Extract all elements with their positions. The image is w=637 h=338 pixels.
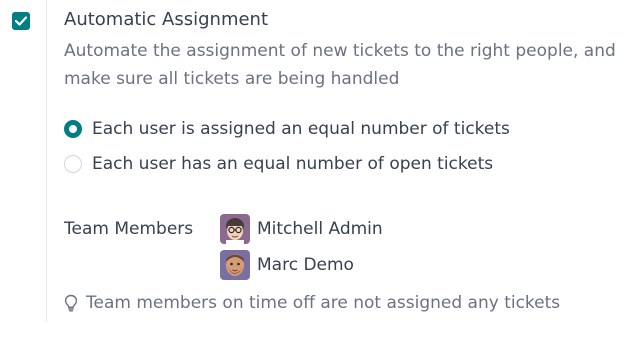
radio-button-unchecked[interactable] bbox=[64, 155, 82, 173]
team-members-label: Team Members bbox=[64, 219, 194, 239]
lightbulb-icon bbox=[64, 294, 78, 312]
radio-option-label: Each user is assigned an equal number of… bbox=[92, 119, 510, 139]
radio-option-equal-open-tickets[interactable]: Each user has an equal number of open ti… bbox=[64, 154, 493, 174]
team-member-tag[interactable]: Marc Demo bbox=[220, 250, 354, 280]
vertical-divider bbox=[46, 0, 47, 322]
radio-option-equal-tickets[interactable]: Each user is assigned an equal number of… bbox=[64, 119, 510, 139]
time-off-hint: Team members on time off are not assigne… bbox=[64, 293, 560, 313]
automatic-assignment-checkbox[interactable] bbox=[12, 12, 30, 30]
radio-option-label: Each user has an equal number of open ti… bbox=[92, 154, 494, 174]
marc-avatar-icon bbox=[220, 250, 250, 280]
team-member-name: Mitchell Admin bbox=[257, 219, 383, 239]
setting-description: Automate the assignment of new tickets t… bbox=[64, 41, 616, 89]
setting-title: Automatic Assignment bbox=[64, 9, 269, 30]
check-icon bbox=[15, 16, 27, 26]
mitchell-avatar-icon bbox=[220, 214, 250, 244]
team-member-name: Marc Demo bbox=[257, 255, 354, 275]
hint-text: Team members on time off are not assigne… bbox=[86, 293, 561, 313]
radio-button-checked[interactable] bbox=[64, 120, 82, 138]
team-member-tag[interactable]: Mitchell Admin bbox=[220, 214, 383, 244]
